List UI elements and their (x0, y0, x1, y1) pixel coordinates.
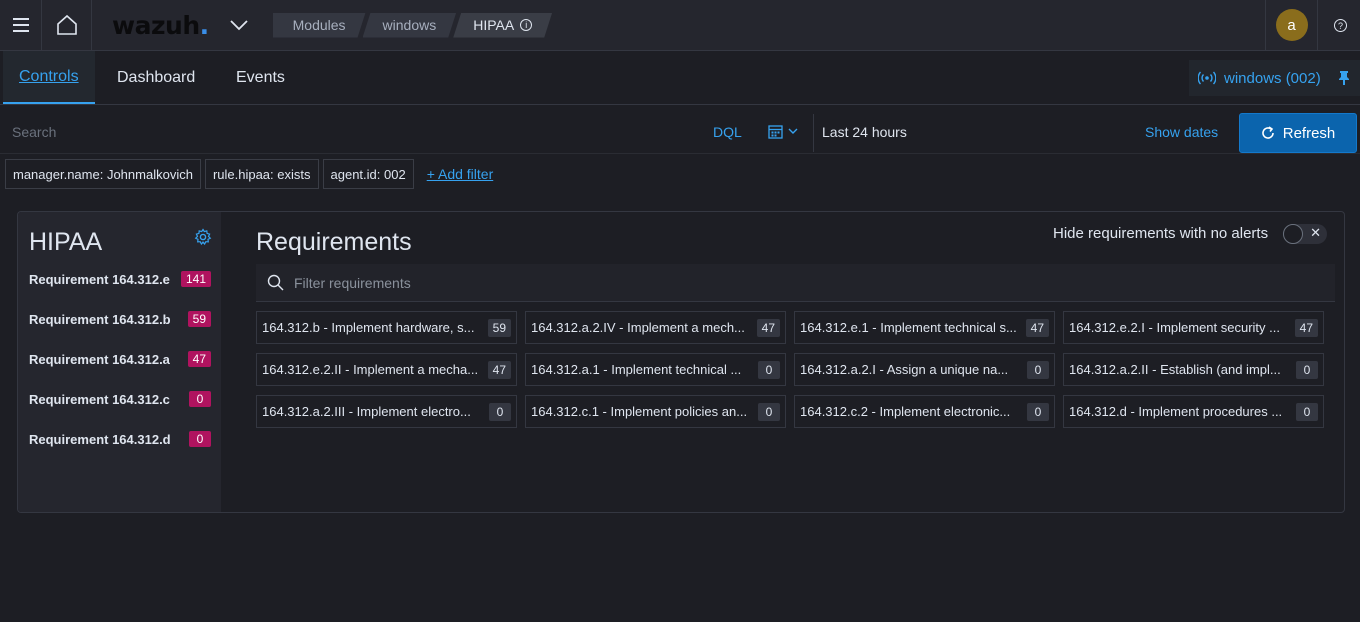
count-badge: 0 (489, 402, 511, 421)
toggle-knob (1283, 224, 1303, 244)
sidebar-item-164-312-a[interactable]: Requirement 164.312.a 47 (29, 349, 211, 369)
sidebar-title: HIPAA (29, 228, 103, 256)
requirement-card[interactable]: 164.312.a.2.II - Establish (and impl... 0 (1063, 353, 1324, 386)
close-icon: ✕ (1310, 225, 1321, 240)
count-badge: 141 (180, 271, 211, 287)
count-badge: 0 (189, 391, 211, 407)
count-badge: 47 (1025, 318, 1049, 337)
requirement-card[interactable]: 164.312.d - Implement procedures ... 0 (1063, 395, 1324, 428)
breadcrumb-windows[interactable]: windows (363, 13, 457, 38)
requirement-card[interactable]: 164.312.a.2.IV - Implement a mech... 47 (525, 311, 786, 344)
chevron-down-icon (788, 128, 798, 134)
filter-pill[interactable]: agent.id: 002 (322, 159, 414, 189)
requirement-card[interactable]: 164.312.e.2.II - Implement a mecha... 47 (256, 353, 517, 386)
avatar[interactable]: a (1275, 9, 1308, 41)
menu-icon (12, 16, 29, 34)
breadcrumb: Modules windows HIPAA i (273, 13, 550, 38)
search-bar: DQL Last 24 hours Show dates Refresh (0, 110, 1360, 154)
info-icon[interactable]: i (520, 19, 532, 31)
help-icon[interactable]: ? (1334, 19, 1347, 32)
filter-requirements-field (256, 264, 1335, 302)
requirement-card[interactable]: 164.312.a.2.I - Assign a unique na... 0 (794, 353, 1055, 386)
time-range[interactable]: Last 24 hours (822, 124, 907, 140)
count-badge: 0 (1296, 360, 1318, 379)
requirement-card[interactable]: 164.312.c.2 - Implement electronic... 0 (794, 395, 1055, 428)
count-badge: 47 (1294, 318, 1318, 337)
pin-icon[interactable] (1338, 70, 1350, 86)
count-badge: 47 (487, 360, 511, 379)
add-filter-link[interactable]: + Add filter (427, 166, 494, 182)
count-badge: 0 (758, 360, 780, 379)
tab-controls[interactable]: Controls (3, 51, 95, 104)
hide-no-alerts-label: Hide requirements with no alerts (1053, 225, 1269, 242)
antenna-icon (1198, 71, 1216, 85)
hide-no-alerts-toggle[interactable]: ✕ (1283, 224, 1327, 244)
wazuh-logo[interactable]: wazuh. (112, 11, 209, 40)
breadcrumb-modules[interactable]: Modules (273, 13, 366, 38)
dql-toggle[interactable]: DQL (713, 124, 742, 140)
requirement-card[interactable]: 164.312.a.2.III - Implement electro... 0 (256, 395, 517, 428)
breadcrumb-hipaa: HIPAA i (453, 13, 552, 38)
tab-events[interactable]: Events (236, 51, 285, 104)
search-input[interactable] (0, 110, 700, 154)
tab-dashboard[interactable]: Dashboard (117, 51, 195, 104)
refresh-label: Refresh (1282, 124, 1336, 142)
sidebar-item-164-312-c[interactable]: Requirement 164.312.c 0 (29, 389, 211, 409)
filter-requirements-input[interactable] (294, 274, 1194, 291)
count-badge: 59 (487, 318, 511, 337)
divider (813, 114, 814, 152)
requirements-title: Requirements (256, 228, 412, 256)
count-badge: 0 (189, 431, 211, 447)
home-button[interactable] (42, 0, 92, 50)
sidebar-item-164-312-e[interactable]: Requirement 164.312.e 141 (29, 269, 211, 289)
filter-pill[interactable]: rule.hipaa: exists (204, 159, 319, 189)
requirement-card[interactable]: 164.312.b - Implement hardware, s... 59 (256, 311, 517, 344)
count-badge: 47 (187, 351, 211, 367)
sidebar-item-164-312-b[interactable]: Requirement 164.312.b 59 (29, 309, 211, 329)
agent-selector[interactable]: windows (002) (1189, 60, 1360, 96)
agent-label: windows (002) (1224, 69, 1321, 87)
requirements-grid: 164.312.b - Implement hardware, s... 59 1… (256, 311, 1325, 428)
show-dates-link[interactable]: Show dates (1145, 124, 1218, 140)
menu-button[interactable] (0, 0, 42, 50)
count-badge: 59 (187, 311, 211, 327)
search-icon (267, 274, 284, 291)
filter-bar: manager.name: Johnmalkovich rule.hipaa: … (5, 159, 493, 189)
top-header: wazuh. Modules windows HIPAA i a ? (0, 0, 1360, 51)
calendar-icon (768, 125, 783, 139)
count-badge: 0 (1027, 402, 1049, 421)
app-switcher-button[interactable] (227, 13, 251, 37)
gear-icon[interactable] (194, 228, 212, 246)
date-picker-button[interactable] (768, 124, 798, 139)
refresh-button[interactable]: Refresh (1239, 113, 1357, 153)
home-icon (56, 14, 77, 35)
sidebar-item-164-312-d[interactable]: Requirement 164.312.d 0 (29, 429, 211, 449)
tab-bar: Controls Dashboard Events windows (002) (0, 51, 1360, 105)
count-badge: 0 (1296, 402, 1318, 421)
filter-pill[interactable]: manager.name: Johnmalkovich (5, 159, 201, 189)
requirement-card[interactable]: 164.312.c.1 - Implement policies an... 0 (525, 395, 786, 428)
count-badge: 47 (756, 318, 780, 337)
user-menu[interactable]: a (1265, 0, 1318, 50)
hipaa-panel: HIPAA Requirement 164.312.e 141 Requireme… (17, 211, 1345, 513)
requirements-sidebar: HIPAA Requirement 164.312.e 141 Requireme… (18, 212, 221, 512)
refresh-icon (1261, 126, 1274, 139)
requirement-card[interactable]: 164.312.e.2.I - Implement security ... 47 (1063, 311, 1324, 344)
requirement-card[interactable]: 164.312.e.1 - Implement technical s... 47 (794, 311, 1055, 344)
count-badge: 0 (758, 402, 780, 421)
count-badge: 0 (1027, 360, 1049, 379)
chevron-down-icon (229, 20, 248, 31)
requirement-card[interactable]: 164.312.a.1 - Implement technical ... 0 (525, 353, 786, 386)
